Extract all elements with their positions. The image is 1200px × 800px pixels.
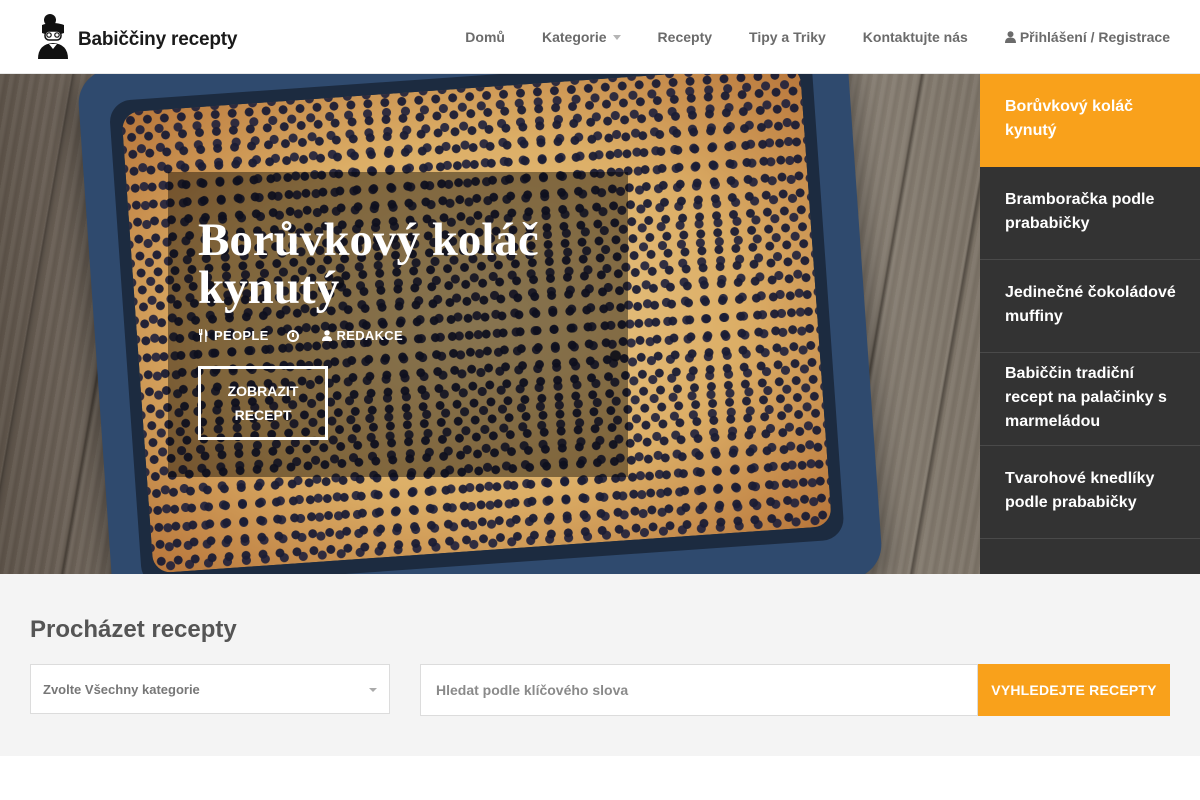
caret-down-icon [369,688,377,692]
category-select[interactable]: Zvolte Všechny kategorie [30,664,390,714]
recipe-list-item[interactable]: Tvarohové knedlíky podle prababičky [980,446,1200,539]
recipe-list-item[interactable]: Bramboračka podle prababičky [980,167,1200,260]
browse-recipes-section: Procházet recepty Zvolte Všechny kategor… [0,574,1200,756]
nav-tips[interactable]: Tipy a Triky [749,29,826,45]
cutlery-icon [199,329,208,342]
nav-home[interactable]: Domů [465,29,505,45]
recipe-list-item[interactable]: Jedinečné čokoládové muffiny [980,260,1200,353]
caret-down-icon [612,35,621,40]
search-recipes-button[interactable]: VYHLEDEJTE RECEPTY [978,664,1170,716]
user-icon [1004,31,1016,43]
category-select-value: Zvolte Všechny kategorie [43,682,200,697]
hero-recipe-list: Borůvkový koláč kynutý Bramboračka podle… [980,74,1200,574]
site-logo[interactable]: Babiččiny recepty [36,12,237,62]
user-icon [321,330,332,341]
recipe-list-item[interactable]: Babiččin tradiční recept na palačinky s … [980,353,1200,446]
nav-categories[interactable]: Kategorie [542,29,621,45]
nav-login[interactable]: Přihlášení / Registrace [1004,29,1170,45]
meta-time [286,329,304,342]
grandma-chef-icon [38,14,68,59]
main-nav: Domů Kategorie Recepty Tipy a Triky Kont… [428,0,1170,74]
meta-people-label: PEOPLE [214,328,269,343]
browse-title: Procházet recepty [30,616,237,643]
meta-author: REDAKCE [321,328,403,343]
hero-title[interactable]: Borůvkový koláč kynutý [198,216,618,312]
clock-icon [286,329,299,342]
hero-slider[interactable]: Borůvkový koláč kynutý PEOPLE REDAKCE ZO… [0,74,980,574]
hero-meta: PEOPLE REDAKCE [198,328,421,343]
nav-contact[interactable]: Kontaktujte nás [863,29,968,45]
recipe-list-item-active[interactable]: Borůvkový koláč kynutý [980,74,1200,167]
keyword-search-input[interactable] [420,664,978,716]
site-header: Babiččiny recepty Domů Kategorie Recepty… [0,0,1200,74]
nav-login-label: Přihlášení / Registrace [1019,29,1170,45]
meta-author-label: REDAKCE [336,328,403,343]
meta-people: PEOPLE [198,328,269,343]
nav-recipes[interactable]: Recepty [658,29,712,45]
logo-text: Babiččiny recepty [78,29,238,50]
view-recipe-button[interactable]: ZOBRAZIT RECEPT [198,366,328,440]
nav-categories-label: Kategorie [541,29,607,45]
